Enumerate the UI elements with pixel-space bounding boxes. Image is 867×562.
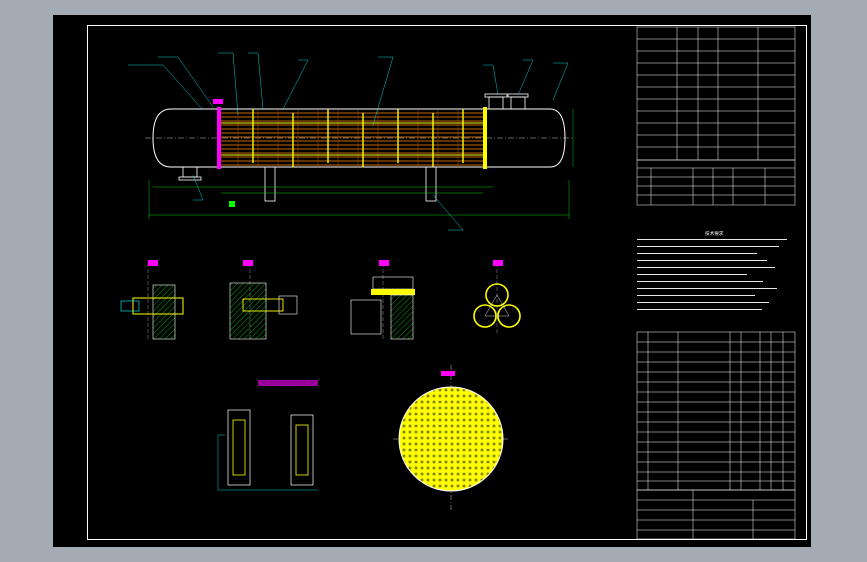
nozzle-bottom-left — [182, 166, 198, 178]
support-left — [264, 166, 276, 202]
detail-saddle — [217, 380, 318, 491]
section-mark-a — [213, 99, 223, 104]
design-data-table — [636, 26, 796, 161]
tie-rods — [221, 122, 483, 156]
parts-list-table — [636, 331, 796, 491]
tube-bundle — [221, 112, 483, 166]
drawing-canvas — [120, 26, 796, 540]
tubesheet-layout-view — [393, 365, 510, 512]
nozzle-top-right-2 — [510, 96, 526, 110]
nozzle-flange-right — [484, 93, 508, 98]
tech-notes-block — [637, 239, 787, 310]
right-tubesheet — [483, 107, 487, 169]
nozzle-top-right — [488, 96, 504, 110]
part-leaders — [128, 52, 569, 231]
detail-baffle — [350, 260, 415, 340]
main-elevation-view — [128, 52, 574, 231]
tube-grid-cross — [237, 110, 459, 167]
nozzle-flange-right-2 — [507, 93, 529, 98]
tech-notes-title: 技术要求 — [705, 232, 724, 237]
dimension-lines — [148, 109, 574, 219]
detail-tie-rod — [229, 260, 298, 340]
title-block — [636, 489, 796, 540]
detail-tube-joint — [120, 260, 184, 340]
detail-tube-pitch — [473, 260, 521, 335]
support-right — [425, 166, 437, 202]
nozzle-bottom-left-flange — [178, 176, 202, 181]
nozzle-table — [636, 159, 796, 206]
cad-viewport[interactable]: 技术要求 — [53, 15, 811, 547]
left-tubesheet — [217, 107, 221, 169]
section-mark-b — [229, 201, 235, 207]
